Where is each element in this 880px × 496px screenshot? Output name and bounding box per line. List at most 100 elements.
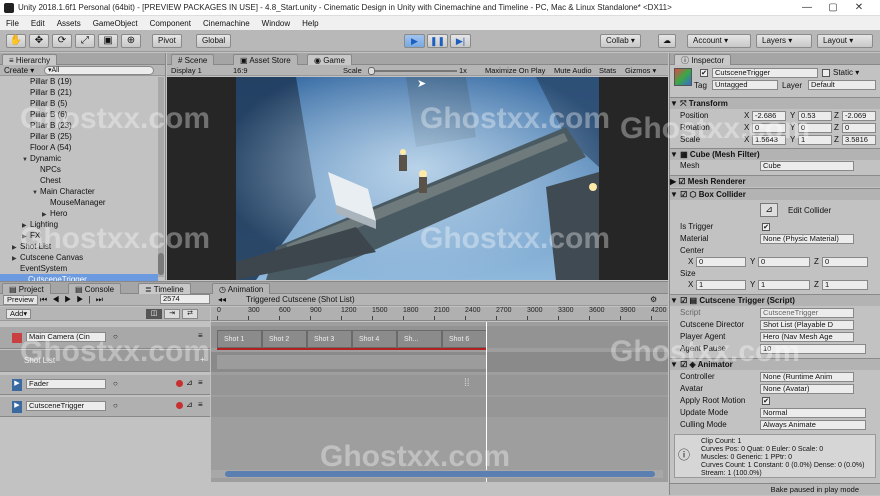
collab-dropdown[interactable]: Collab ▾ <box>600 34 641 48</box>
timeline-lock-icon[interactable]: ◂◂ <box>218 295 226 304</box>
mesh-field[interactable]: Cube <box>760 161 854 171</box>
object-name-field[interactable]: CutsceneTrigger <box>712 68 818 78</box>
tab-asset-store[interactable]: ▣ Asset Store <box>233 54 298 65</box>
cutscene-trigger-binding[interactable]: CutsceneTrigger <box>26 401 106 411</box>
hierarchy-item[interactable]: ▶ Lighting <box>0 219 58 230</box>
hierarchy-item[interactable]: MouseManager <box>0 197 106 208</box>
menu-cinemachine[interactable]: Cinemachine <box>203 19 250 28</box>
animator-header[interactable]: ▼ ☑ ◈ Animator <box>670 358 880 370</box>
hierarchy-item[interactable]: Pillar B (23) <box>0 120 72 131</box>
is-trigger-checkbox[interactable]: ✔ <box>762 223 770 231</box>
shot-clip[interactable]: Shot 2 <box>262 330 307 348</box>
curves-icon[interactable]: ⊿ <box>186 378 193 387</box>
close-button[interactable]: ✕ <box>852 2 866 14</box>
transform-y-field[interactable]: 1 <box>798 135 832 145</box>
tab-scene[interactable]: # Scene <box>171 54 215 65</box>
hierarchy-item[interactable]: ▶ Shot List <box>0 241 51 252</box>
transform-x-field[interactable]: 0 <box>752 123 786 133</box>
hierarchy-item[interactable]: ▶ FX <box>0 230 40 241</box>
timeline-ruler[interactable]: 0 300 600 900 1200 1500 1800 2100 2400 2700 3000 33… <box>211 307 668 321</box>
hierarchy-scrollbar[interactable] <box>158 77 164 277</box>
shot-clip[interactable]: Shot 6 <box>442 330 487 348</box>
preview-toggle[interactable]: Preview <box>3 295 38 305</box>
hierarchy-item[interactable]: Pillar B (21) <box>0 87 72 98</box>
agent-pause-field[interactable]: 10 <box>760 344 866 354</box>
menu-edit[interactable]: Edit <box>31 19 45 28</box>
center-z-field[interactable]: 0 <box>822 257 868 267</box>
tab-console[interactable]: ▤ Console <box>68 283 122 294</box>
hierarchy-scroll-thumb[interactable] <box>158 253 164 275</box>
main-camera-binding[interactable]: Main Camera (Cin <box>26 332 106 342</box>
timeline-play-icon[interactable]: ▶ <box>64 295 76 304</box>
transform-z-field[interactable]: -2.069 <box>842 111 876 121</box>
shot-clip[interactable]: Shot 1 <box>217 330 262 348</box>
edit-collider-button[interactable]: ⊿ <box>760 203 778 217</box>
track-collapse-icon-2[interactable]: ▶ <box>12 401 22 413</box>
hierarchy-item[interactable]: CutsceneTrigger <box>0 274 158 281</box>
prev-frame-icon[interactable]: ◀ <box>52 295 64 304</box>
update-mode-dropdown[interactable]: Normal <box>760 408 866 418</box>
rotate-tool-icon[interactable]: ⟳ <box>52 34 72 48</box>
account-dropdown[interactable]: Account ▾ <box>687 34 751 48</box>
record-icon-2[interactable] <box>176 402 183 409</box>
tab-game[interactable]: ◉ Game <box>307 54 352 65</box>
timeline-h-scrollbar[interactable] <box>211 470 663 478</box>
center-x-field[interactable]: 0 <box>696 257 746 267</box>
hierarchy-search-input[interactable]: ▾All <box>44 66 154 75</box>
pivot-toggle[interactable]: Pivot <box>152 34 182 48</box>
transform-y-field[interactable]: 0.53 <box>798 111 832 121</box>
material-field[interactable]: None (Physic Material) <box>760 234 854 244</box>
frame-field[interactable]: 2574 <box>160 294 210 304</box>
fader-menu-icon[interactable]: ≡ <box>198 378 203 387</box>
tab-timeline[interactable]: ≣ Timeline <box>138 283 191 294</box>
cutscene-trigger-track[interactable]: ▶ CutsceneTrigger ○ ⊿ ≡ <box>0 397 210 417</box>
transform-tool-icon[interactable]: ⊕ <box>121 34 141 48</box>
menu-file[interactable]: File <box>6 19 19 28</box>
mesh-filter-header[interactable]: ▼ ▦ Cube (Mesh Filter) <box>670 148 880 160</box>
create-dropdown[interactable]: Create ▾ <box>4 66 34 75</box>
controller-field[interactable]: None (Runtime Anim <box>760 372 854 382</box>
shot-clip[interactable]: Sh... <box>397 330 442 348</box>
global-toggle[interactable]: Global <box>196 34 232 48</box>
add-to-group-icon[interactable]: + <box>200 355 205 364</box>
scale-slider-thumb[interactable] <box>368 67 375 75</box>
player-agent-field[interactable]: Hero (Nav Mesh Age <box>760 332 854 342</box>
next-frame-icon[interactable]: ▶| <box>76 295 95 304</box>
hand-tool-icon[interactable]: ✋ <box>6 34 26 48</box>
tab-inspector[interactable]: ⓘ Inspector <box>674 54 732 65</box>
playback-controls[interactable]: ⏮◀▶▶|⏭ <box>40 295 108 305</box>
hierarchy-item[interactable]: NPCs <box>0 164 61 175</box>
shot-list-group[interactable]: Shot List + <box>0 350 210 372</box>
menu-assets[interactable]: Assets <box>57 19 81 28</box>
tab-project[interactable]: ▤ Project <box>2 283 51 294</box>
display-dropdown[interactable]: Display 1 <box>171 66 226 75</box>
pause-button[interactable]: ❚❚ <box>427 34 448 48</box>
maximize-button[interactable]: ▢ <box>826 2 840 14</box>
transform-header[interactable]: ▼ ⤧ Transform <box>670 97 880 109</box>
cutscene-director-field[interactable]: Shot List (Playable D <box>760 320 854 330</box>
scale-tool-icon[interactable]: ⤢ <box>75 34 95 48</box>
stats-toggle[interactable]: Stats <box>599 66 616 75</box>
tab-animation[interactable]: ◷ Animation <box>212 283 271 294</box>
timeline-track-area[interactable]: Shot 1 Shot 2 Shot 3 Shot 4 Sh... Shot 6 ⁞⁞ <box>211 322 668 482</box>
hierarchy-item[interactable]: Pillar B (6) <box>0 109 67 120</box>
size-x-field[interactable]: 1 <box>696 280 746 290</box>
hierarchy-item[interactable]: Pillar B (25) <box>0 131 72 142</box>
layout-dropdown[interactable]: Layout ▾ <box>817 34 873 48</box>
aspect-dropdown[interactable]: 16:9 <box>233 66 329 75</box>
rect-tool-icon[interactable]: ▣ <box>98 34 118 48</box>
hierarchy-item[interactable]: ▼ Main Character <box>0 186 95 197</box>
keyframe-icon[interactable]: ⁞⁞ <box>464 378 470 389</box>
layer-dropdown[interactable]: Default <box>808 80 876 90</box>
culling-mode-dropdown[interactable]: Always Animate <box>760 420 866 430</box>
apply-root-motion-checkbox[interactable]: ✔ <box>762 397 770 405</box>
track-collapse-icon[interactable]: ▶ <box>12 379 22 391</box>
transform-z-field[interactable]: 3.5816 <box>842 135 876 145</box>
gizmos-dropdown[interactable]: Gizmos ▾ <box>625 66 656 75</box>
cloud-icon[interactable]: ☁ <box>658 34 676 48</box>
record-icon[interactable] <box>176 380 183 387</box>
mute-audio-toggle[interactable]: Mute Audio <box>554 66 592 75</box>
play-button[interactable]: ▶ <box>404 34 425 48</box>
hierarchy-item[interactable]: Chest <box>0 175 61 186</box>
shot-clip[interactable]: Shot 3 <box>307 330 352 348</box>
